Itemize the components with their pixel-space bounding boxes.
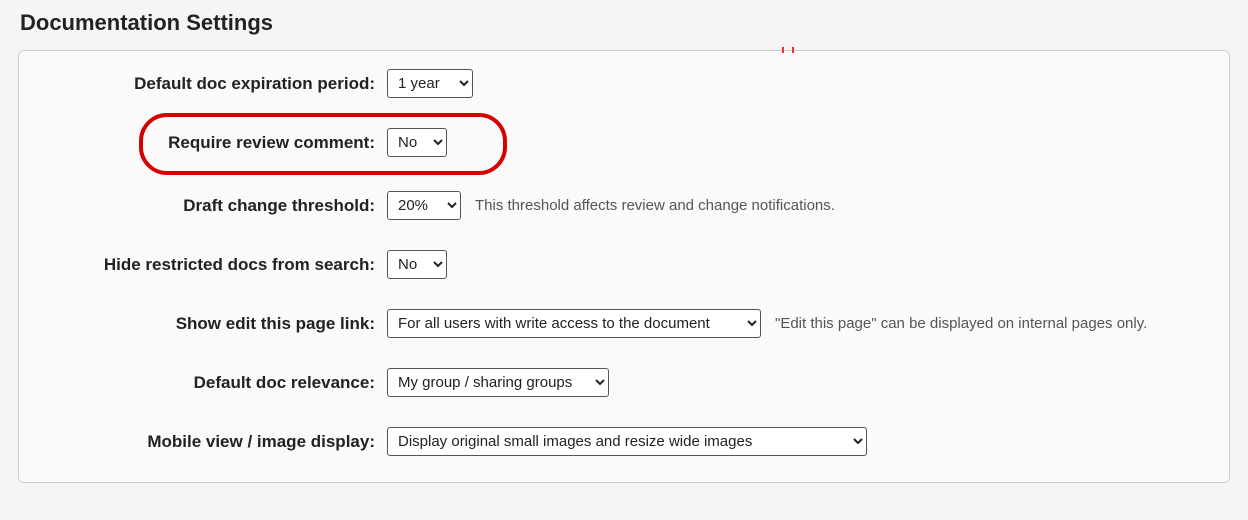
hide-restricted-label: Hide restricted docs from search: [39,255,387,275]
require-review-comment-label: Require review comment: [39,133,387,153]
mobile-image-display-label: Mobile view / image display: [39,432,387,452]
mobile-image-display-select[interactable]: Display original small images and resize… [387,427,867,456]
setting-row-mobile-image-display: Mobile view / image display: Display ori… [39,427,1209,456]
page-title: Documentation Settings [20,10,1230,36]
default-expiration-label: Default doc expiration period: [39,74,387,94]
setting-row-draft-change-threshold: Draft change threshold: 20% This thresho… [39,191,1209,220]
require-review-comment-select[interactable]: No [387,128,447,157]
default-relevance-select[interactable]: My group / sharing groups [387,368,609,397]
setting-row-default-relevance: Default doc relevance: My group / sharin… [39,368,1209,397]
draft-change-threshold-select[interactable]: 20% [387,191,461,220]
default-expiration-select[interactable]: 1 year [387,69,473,98]
setting-row-default-expiration: Default doc expiration period: 1 year [39,69,1209,98]
show-edit-link-label: Show edit this page link: [39,314,387,334]
draft-change-threshold-label: Draft change threshold: [39,196,387,216]
documentation-settings-panel: Default doc expiration period: 1 year Re… [18,50,1230,483]
default-relevance-label: Default doc relevance: [39,373,387,393]
draft-change-threshold-hint: This threshold affects review and change… [475,197,835,214]
setting-row-show-edit-link: Show edit this page link: For all users … [39,309,1209,338]
setting-row-hide-restricted: Hide restricted docs from search: No [39,250,1209,279]
hide-restricted-select[interactable]: No [387,250,447,279]
show-edit-link-hint: "Edit this page" can be displayed on int… [775,315,1147,332]
show-edit-link-select[interactable]: For all users with write access to the d… [387,309,761,338]
setting-row-require-review-comment: Require review comment: No [39,128,1209,157]
